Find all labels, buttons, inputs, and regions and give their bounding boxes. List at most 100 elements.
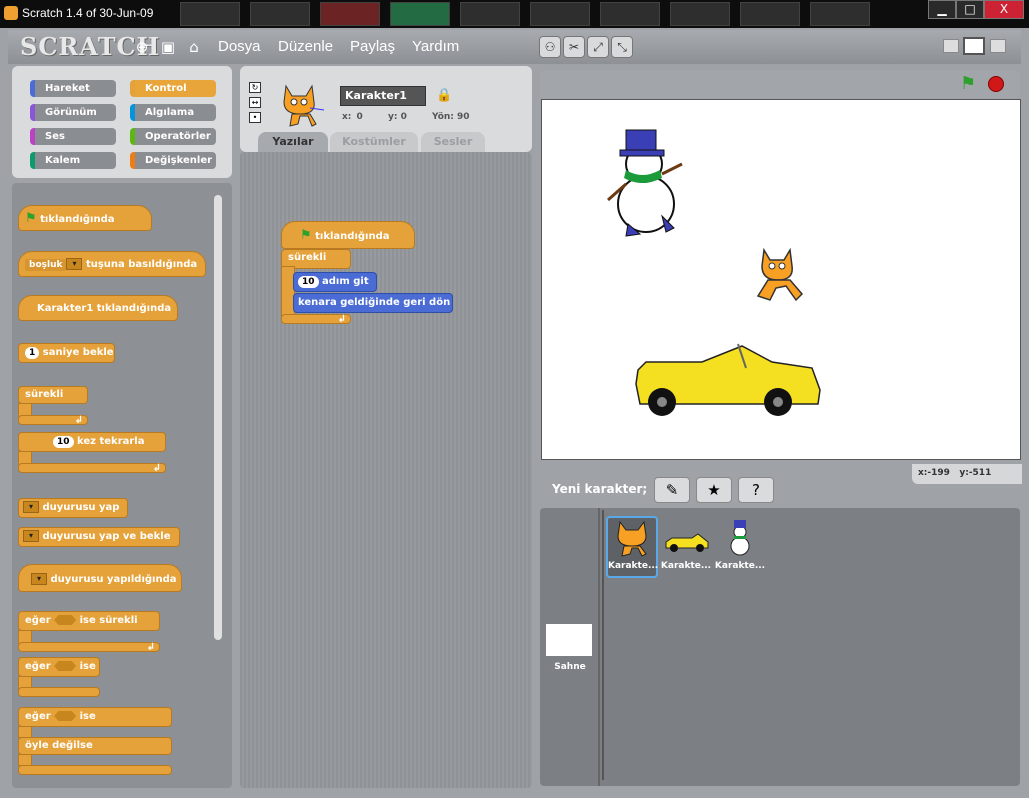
chevron-down-icon[interactable]: ▾ xyxy=(66,258,83,270)
loop-arrow-icon: ↲ xyxy=(18,415,88,426)
shrink-tool-icon[interactable]: ⤡ xyxy=(611,36,633,58)
menu-file[interactable]: Dosya xyxy=(218,38,261,55)
stage-thumbnail[interactable] xyxy=(546,624,592,656)
category-kontrol[interactable]: Kontrol xyxy=(130,80,216,97)
sprite-x-readout: x: 0 xyxy=(342,112,363,122)
cat-sprite xyxy=(756,247,804,302)
category-operatörler[interactable]: Operatörler xyxy=(130,128,216,145)
minimize-button[interactable]: ▁ xyxy=(928,0,956,19)
script-bounce-block[interactable]: kenara geldiğinde geri dön xyxy=(293,293,453,313)
menu-share[interactable]: Paylaş xyxy=(350,38,395,55)
no-rotate-icon[interactable]: • xyxy=(249,112,261,123)
palette-scrollbar[interactable] xyxy=(214,195,222,640)
forever-if-block[interactable]: eğer ise sürekli xyxy=(18,611,160,631)
taskbar-thumb[interactable] xyxy=(320,2,380,26)
presentation-mode-icon[interactable] xyxy=(990,39,1006,53)
tab-sounds[interactable]: Sesler xyxy=(421,132,485,152)
cat-thumbnail xyxy=(617,520,647,557)
taskbar-thumb[interactable] xyxy=(670,2,730,26)
window-title: Scratch 1.4 of 30-Jun-09 xyxy=(22,6,154,20)
forever-block[interactable]: sürekli xyxy=(18,386,88,404)
sprite-thumb-snowman[interactable]: Karakte... xyxy=(714,518,766,580)
globe-icon[interactable]: ⊕ xyxy=(132,37,152,57)
script-move-block[interactable]: 10 adım git xyxy=(293,272,377,292)
broadcast-and-wait-block[interactable]: ▾ duyurusu yap ve bekle xyxy=(18,527,180,547)
paint-new-sprite-icon[interactable]: ✎ xyxy=(654,477,690,503)
close-button[interactable]: X xyxy=(984,0,1024,19)
when-i-receive-block[interactable]: ▾ duyurusu yapıldığında xyxy=(18,564,182,592)
maximize-button[interactable]: □ xyxy=(956,0,984,19)
stage-column: Sahne xyxy=(540,508,600,786)
condition-slot[interactable] xyxy=(54,711,77,721)
scripts-area[interactable]: ⚑ tıklandığında sürekli 10 adım git kena… xyxy=(240,152,532,788)
snowman-thumbnail xyxy=(730,520,750,556)
when-sprite-clicked-block[interactable]: Karakter1 tıklandığında xyxy=(18,295,178,321)
taskbar-thumb[interactable] xyxy=(530,2,590,26)
stage-label: Sahne xyxy=(554,662,586,672)
save-icon[interactable]: ▣ xyxy=(158,37,178,57)
category-algılama[interactable]: Algılama xyxy=(130,104,216,121)
stop-sign-icon[interactable] xyxy=(988,76,1004,92)
sprite-list-panel: Sahne Karakte... Karakte... Karakte... xyxy=(540,508,1020,786)
taskbar-thumb[interactable] xyxy=(390,2,450,26)
taskbar-thumb[interactable] xyxy=(600,2,660,26)
condition-slot[interactable] xyxy=(54,615,77,625)
sprite-thumb-cat[interactable]: Karakte... xyxy=(606,516,658,578)
divider xyxy=(602,510,604,780)
repeat-block[interactable]: 10 kez tekrarla xyxy=(18,432,166,452)
category-görünüm[interactable]: Görünüm xyxy=(30,104,116,121)
taskbar-thumb[interactable] xyxy=(810,2,870,26)
sprite-name-field[interactable]: Karakter1 xyxy=(340,86,426,106)
taskbar-thumb[interactable] xyxy=(180,2,240,26)
category-değişkenler[interactable]: Değişkenler xyxy=(130,152,216,169)
random-sprite-icon[interactable]: ? xyxy=(738,477,774,503)
taskbar-thumb[interactable] xyxy=(250,2,310,26)
wait-block[interactable]: 1 saniye bekle xyxy=(18,343,115,363)
chevron-down-icon[interactable]: ▾ xyxy=(31,573,47,585)
condition-slot[interactable] xyxy=(54,661,77,671)
taskbar-thumb[interactable] xyxy=(740,2,800,26)
menu-help[interactable]: Yardım xyxy=(412,38,459,55)
sprite-direction-readout: Yön: 90 xyxy=(432,112,470,122)
choose-sprite-file-icon[interactable]: ★ xyxy=(696,477,732,503)
green-flag-icon[interactable]: ⚑ xyxy=(960,73,976,94)
rotate-style-icon[interactable]: ↻ xyxy=(249,82,261,93)
grow-tool-icon[interactable]: ⤢ xyxy=(587,36,609,58)
stamp-tool-icon[interactable]: ⚇ xyxy=(539,36,561,58)
menu-edit[interactable]: Düzenle xyxy=(278,38,333,55)
stage-drawing xyxy=(607,129,821,416)
mouse-coordinates: x:-199 y:-511 xyxy=(912,464,1022,484)
category-hareket[interactable]: Hareket xyxy=(30,80,116,97)
sprite-thumb-label: Karakte... xyxy=(608,561,659,571)
script-when-flag-clicked[interactable]: ⚑ tıklandığında xyxy=(281,221,415,249)
sprite-y-readout: y: 0 xyxy=(388,112,407,122)
car-thumbnail xyxy=(665,533,709,552)
block-palette: ⚑ tıklandığında boşluk ▾ tuşuna basıldığı… xyxy=(12,183,232,788)
share-icon[interactable]: ⌂ xyxy=(184,37,204,57)
loop-arrow-icon: ↲ xyxy=(18,642,160,653)
if-block[interactable]: eğer ise xyxy=(18,657,100,677)
scissors-tool-icon[interactable]: ✂ xyxy=(563,36,585,58)
normal-stage-icon[interactable] xyxy=(963,37,985,55)
when-flag-clicked-block[interactable]: ⚑ tıklandığında xyxy=(18,205,152,231)
tab-scripts[interactable]: Yazılar xyxy=(258,132,328,152)
taskbar-thumb[interactable] xyxy=(460,2,520,26)
chevron-down-icon[interactable]: ▾ xyxy=(23,530,39,542)
else-label: öyle değilse xyxy=(18,737,172,755)
green-flag-icon: ⚑ xyxy=(25,211,37,226)
tab-costumes[interactable]: Kostümler xyxy=(330,132,418,152)
stage-canvas[interactable] xyxy=(541,99,1021,460)
sprite-thumb-car[interactable]: Karakte... xyxy=(660,518,712,580)
flip-style-icon[interactable]: ↔ xyxy=(249,97,261,108)
if-else-block[interactable]: eğer ise xyxy=(18,707,172,727)
when-key-pressed-block[interactable]: boşluk ▾ tuşuna basıldığında xyxy=(18,251,206,277)
category-kalem[interactable]: Kalem xyxy=(30,152,116,169)
loop-arrow-icon: ↲ xyxy=(18,463,166,474)
category-ses[interactable]: Ses xyxy=(30,128,116,145)
sprite-cat-thumbnail xyxy=(283,84,325,127)
small-stage-icon[interactable] xyxy=(943,39,959,53)
green-flag-icon: ⚑ xyxy=(300,228,312,243)
lock-icon[interactable]: 🔒 xyxy=(436,88,452,103)
chevron-down-icon[interactable]: ▾ xyxy=(23,501,39,513)
broadcast-block[interactable]: ▾ duyurusu yap xyxy=(18,498,128,518)
